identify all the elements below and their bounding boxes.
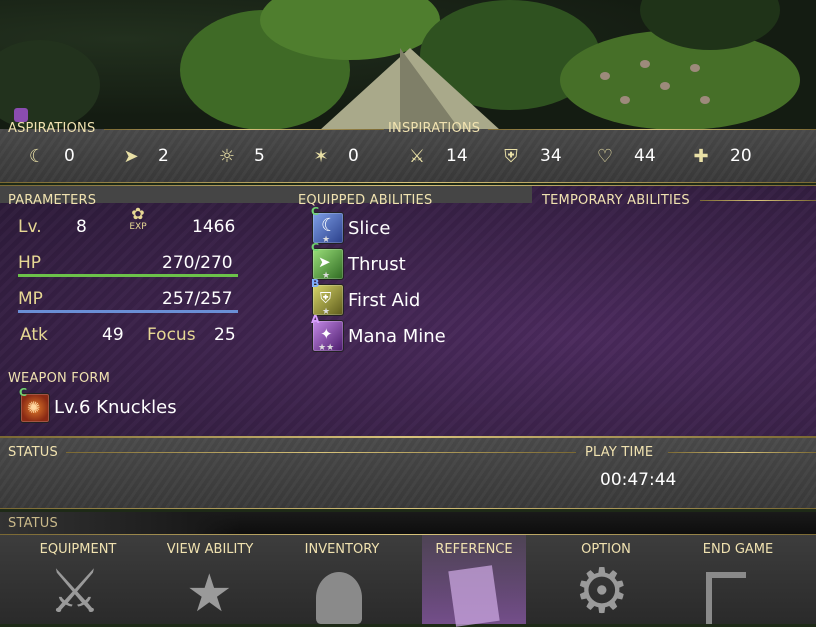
status-bar-title: STATUS [8,516,58,531]
status-panel [0,438,816,509]
menu-equipment[interactable]: EQUIPMENT [28,542,128,557]
ability-stars: ★ [322,271,331,281]
inspiration-heart: ♡ 44 [594,145,656,167]
menu-reference[interactable]: REFERENCE [424,542,524,557]
ability-name: Thrust [348,253,406,275]
level-label: Lv. [18,217,42,237]
weapon-name: Lv.6 Knuckles [54,397,177,418]
temporary-abilities-header: TEMPORARY ABILITIES [542,193,690,208]
gear-icon: ⚙ [574,554,630,627]
heart-icon: ♡ [596,145,614,167]
inspiration-value: 34 [540,146,562,166]
menu-end-game-label: END GAME [702,542,774,557]
aspiration-value: 5 [254,146,265,166]
hp-label: HP [18,253,42,273]
hp-bar [18,274,238,277]
mana-mine-ability-icon: A ✦ ★★ [311,313,344,353]
map-marker-icon [14,108,28,122]
atk-value: 49 [102,325,124,345]
play-time-header: PLAY TIME [585,445,654,460]
ability-name: Slice [348,217,391,239]
ability-name: First Aid [348,289,421,311]
inspiration-heal: ✚ 20 [690,145,752,167]
ability-grade: C [311,205,320,218]
aspiration-moon: ☾ 0 [26,145,75,167]
status-header: STATUS [8,445,58,460]
star-burst-icon: ★ [186,564,233,624]
slice-ability-icon: C ☾ ★ [311,205,344,245]
shield-icon: ⛨ [504,145,518,167]
mp-value: 257/257 [162,289,233,309]
heal-plus-icon: ✚ [693,145,709,167]
ability-mana-mine[interactable]: A ✦ ★★ Mana Mine [311,313,446,353]
menu-inventory[interactable]: INVENTORY [292,542,392,557]
dash-arrow-icon: ➤ [123,145,139,167]
crescent-moon-icon: ☾ [28,145,46,167]
aspirations-header: ASPIRATIONS [8,121,96,136]
aspiration-sun: ☼ 5 [216,145,265,167]
ability-thrust[interactable]: C ➤ ★ Thrust [311,241,406,281]
menu-equipment-label: EQUIPMENT [39,542,117,557]
aspiration-value: 2 [158,146,169,166]
focus-value: 25 [214,325,236,345]
ability-name: Mana Mine [348,325,446,347]
exp-icon: ✿ EXP [126,206,150,236]
first-aid-ability-icon: B ⛨ ★ [311,277,344,317]
inspiration-value: 44 [634,146,656,166]
thrust-ability-icon: C ➤ ★ [311,241,344,281]
ability-grade: A [311,313,320,326]
atk-label: Atk [20,325,48,345]
game-world-background [0,0,816,130]
inspiration-sword: ⚔ 14 [406,145,468,167]
mp-label: MP [18,289,43,309]
ability-slice[interactable]: C ☾ ★ Slice [311,205,391,245]
spark-burst-icon: ✶ [313,145,329,167]
menu-view-ability-label: VIEW ABILITY [166,542,254,557]
sword-icon: ⚔ [408,145,426,167]
parameters-header: PARAMETERS [8,193,97,208]
ability-stars: ★★ [318,343,335,353]
inspirations-header: INSPIRATIONS [388,121,481,136]
knuckles-icon[interactable]: C ✺ [19,386,50,423]
exp-value: 1466 [192,217,236,237]
aspiration-dash: ➤ 2 [120,145,169,167]
ability-grade: B [311,277,320,290]
exp-label: EXP [129,222,147,232]
ability-stars: ★ [322,235,331,245]
menu-end-game[interactable]: END GAME [688,542,788,557]
inspiration-shield: ⛨ 34 [500,145,562,167]
book-icon [448,565,500,627]
focus-label: Focus [147,325,196,345]
exit-door-icon [706,572,746,624]
mp-bar [18,310,238,313]
bag-icon [316,572,362,624]
hp-value: 270/270 [162,253,233,273]
aspiration-value: 0 [348,146,359,166]
inspiration-value: 14 [446,146,468,166]
crossed-swords-icon: ⚔ [48,557,102,627]
menu-inventory-label: INVENTORY [304,542,380,557]
inspiration-value: 20 [730,146,752,166]
ability-first-aid[interactable]: B ⛨ ★ First Aid [311,277,421,317]
ability-stars: ★ [322,307,331,317]
level-value: 8 [76,217,87,237]
weapon-form-header: WEAPON FORM [8,371,111,386]
weapon-grade: C [19,386,28,399]
menu-reference-label: REFERENCE [435,542,513,557]
menu-view-ability[interactable]: VIEW ABILITY [160,542,260,557]
aspiration-value: 0 [64,146,75,166]
sun-icon: ☼ [218,145,236,167]
aspiration-spark: ✶ 0 [310,145,359,167]
play-time-value: 00:47:44 [600,470,677,490]
